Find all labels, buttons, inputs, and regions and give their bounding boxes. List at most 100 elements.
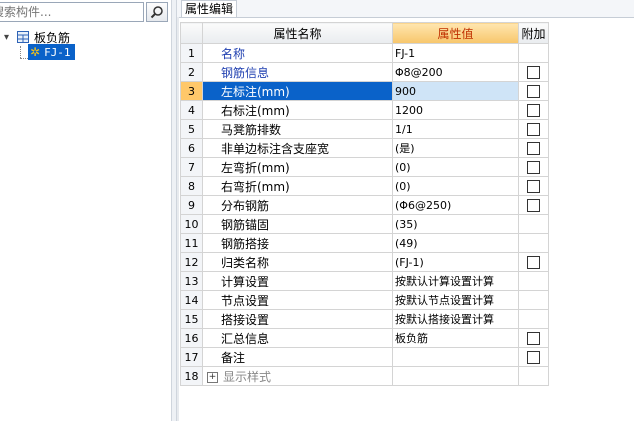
attach-cell[interactable] xyxy=(518,195,549,215)
header-extra[interactable]: 附加 xyxy=(518,22,549,44)
table-row[interactable]: 1 名称 FJ-1 xyxy=(180,43,549,63)
property-name[interactable]: 搭接设置 xyxy=(202,309,393,329)
table-row[interactable]: 18 + 显示样式 xyxy=(180,366,549,386)
property-value[interactable]: (是) xyxy=(392,138,519,158)
property-name[interactable]: 备注 xyxy=(202,347,393,367)
tab-property-edit[interactable]: 属性编辑 xyxy=(181,0,238,17)
property-name[interactable]: 钢筋锚固 xyxy=(202,214,393,234)
table-row[interactable]: 9 分布钢筋 (Φ6@250) xyxy=(180,195,549,215)
property-value[interactable]: 1/1 xyxy=(392,119,519,139)
row-number[interactable]: 14 xyxy=(180,290,203,310)
attach-checkbox[interactable] xyxy=(527,180,540,193)
property-value[interactable]: (Φ6@250) xyxy=(392,195,519,215)
row-number[interactable]: 4 xyxy=(180,100,203,120)
property-value[interactable]: (0) xyxy=(392,157,519,177)
table-row[interactable]: 3 左标注(mm) 900 xyxy=(180,81,549,101)
attach-checkbox[interactable] xyxy=(527,66,540,79)
attach-cell[interactable] xyxy=(518,328,549,348)
attach-cell[interactable] xyxy=(518,138,549,158)
table-row[interactable]: 2 钢筋信息 Φ8@200 xyxy=(180,62,549,82)
property-name[interactable]: 马凳筋排数 xyxy=(202,119,393,139)
table-row[interactable]: 6 非单边标注含支座宽 (是) xyxy=(180,138,549,158)
attach-cell[interactable] xyxy=(518,62,549,82)
table-row[interactable]: 14 节点设置 按默认节点设置计算 xyxy=(180,290,549,310)
property-name[interactable]: 分布钢筋 xyxy=(202,195,393,215)
row-number[interactable]: 8 xyxy=(180,176,203,196)
table-row[interactable]: 10 钢筋锚固 (35) xyxy=(180,214,549,234)
property-value[interactable]: 按默认计算设置计算 xyxy=(392,271,519,291)
attach-cell[interactable] xyxy=(518,119,549,139)
header-value[interactable]: 属性值 xyxy=(392,22,519,44)
property-name[interactable]: 名称 xyxy=(202,43,393,63)
search-box[interactable] xyxy=(0,2,144,22)
expand-icon[interactable]: + xyxy=(207,371,218,383)
table-row[interactable]: 17 备注 xyxy=(180,347,549,367)
property-name[interactable]: 左标注(mm) xyxy=(202,81,393,101)
property-name[interactable]: 归类名称 xyxy=(202,252,393,272)
property-value[interactable]: (0) xyxy=(392,176,519,196)
property-value[interactable]: (49) xyxy=(392,233,519,253)
property-value[interactable]: 按默认节点设置计算 xyxy=(392,290,519,310)
attach-checkbox[interactable] xyxy=(527,161,540,174)
property-value[interactable]: 900 xyxy=(392,81,519,101)
collapse-icon[interactable]: ▾ xyxy=(2,32,11,43)
row-number[interactable]: 3 xyxy=(180,81,203,101)
attach-cell[interactable] xyxy=(518,252,549,272)
property-name[interactable]: 节点设置 xyxy=(202,290,393,310)
row-number[interactable]: 12 xyxy=(180,252,203,272)
property-name[interactable]: 右弯折(mm) xyxy=(202,176,393,196)
tree-node-fj1[interactable]: ✲ FJ-1 xyxy=(28,44,75,60)
table-row[interactable]: 5 马凳筋排数 1/1 xyxy=(180,119,549,139)
row-number[interactable]: 1 xyxy=(180,43,203,63)
property-value[interactable]: Φ8@200 xyxy=(392,62,519,82)
property-value[interactable]: 板负筋 xyxy=(392,328,519,348)
row-number[interactable]: 10 xyxy=(180,214,203,234)
row-number[interactable]: 11 xyxy=(180,233,203,253)
property-value[interactable]: (35) xyxy=(392,214,519,234)
property-name[interactable]: 计算设置 xyxy=(202,271,393,291)
row-number[interactable]: 9 xyxy=(180,195,203,215)
property-name[interactable]: 左弯折(mm) xyxy=(202,157,393,177)
attach-checkbox[interactable] xyxy=(527,104,540,117)
table-row[interactable]: 15 搭接设置 按默认搭接设置计算 xyxy=(180,309,549,329)
table-row[interactable]: 16 汇总信息 板负筋 xyxy=(180,328,549,348)
table-row[interactable]: 4 右标注(mm) 1200 xyxy=(180,100,549,120)
row-number[interactable]: 2 xyxy=(180,62,203,82)
property-value[interactable]: FJ-1 xyxy=(392,43,519,63)
table-row[interactable]: 11 钢筋搭接 (49) xyxy=(180,233,549,253)
search-input[interactable] xyxy=(0,3,132,21)
attach-cell[interactable] xyxy=(518,157,549,177)
property-name[interactable]: 非单边标注含支座宽 xyxy=(202,138,393,158)
attach-checkbox[interactable] xyxy=(527,142,540,155)
attach-cell[interactable] xyxy=(518,100,549,120)
property-value[interactable]: 按默认搭接设置计算 xyxy=(392,309,519,329)
row-number[interactable]: 7 xyxy=(180,157,203,177)
row-number[interactable]: 5 xyxy=(180,119,203,139)
property-value[interactable]: 1200 xyxy=(392,100,519,120)
attach-checkbox[interactable] xyxy=(527,123,540,136)
property-name[interactable]: 钢筋信息 xyxy=(202,62,393,82)
row-number[interactable]: 13 xyxy=(180,271,203,291)
table-row[interactable]: 13 计算设置 按默认计算设置计算 xyxy=(180,271,549,291)
property-name[interactable]: + 显示样式 xyxy=(202,366,393,386)
property-value[interactable] xyxy=(392,347,519,367)
property-name[interactable]: 汇总信息 xyxy=(202,328,393,348)
row-number[interactable]: 17 xyxy=(180,347,203,367)
row-number[interactable]: 6 xyxy=(180,138,203,158)
property-name[interactable]: 钢筋搭接 xyxy=(202,233,393,253)
table-row[interactable]: 12 归类名称 (FJ-1) xyxy=(180,252,549,272)
header-name[interactable]: 属性名称 xyxy=(202,22,393,44)
property-name[interactable]: 右标注(mm) xyxy=(202,100,393,120)
attach-cell[interactable] xyxy=(518,347,549,367)
attach-cell[interactable] xyxy=(518,176,549,196)
row-number[interactable]: 15 xyxy=(180,309,203,329)
property-value[interactable] xyxy=(392,366,519,386)
attach-cell[interactable] xyxy=(518,81,549,101)
attach-checkbox[interactable] xyxy=(527,332,540,345)
table-row[interactable]: 8 右弯折(mm) (0) xyxy=(180,176,549,196)
search-button[interactable] xyxy=(146,2,168,22)
attach-checkbox[interactable] xyxy=(527,85,540,98)
property-value[interactable]: (FJ-1) xyxy=(392,252,519,272)
attach-checkbox[interactable] xyxy=(527,351,540,364)
row-number[interactable]: 18 xyxy=(180,366,203,386)
